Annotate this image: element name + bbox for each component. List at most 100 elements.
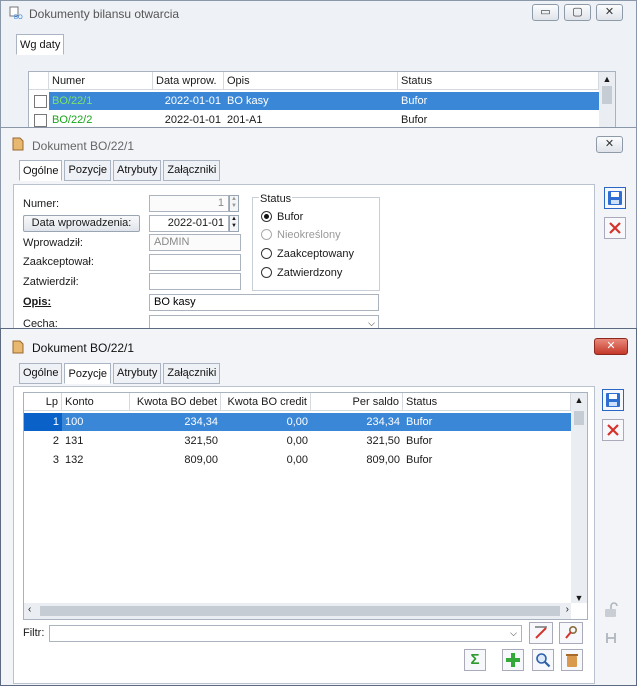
tab-wg-daty[interactable]: Wg daty — [16, 34, 65, 55]
close-button[interactable]: ✕ — [596, 136, 623, 153]
delete-button[interactable] — [561, 649, 583, 671]
status-option-bufor: Bufor — [277, 211, 304, 223]
status-radio-zaakceptowany[interactable] — [261, 248, 272, 259]
magnifier-icon — [536, 653, 551, 668]
status-option-nieokreslony: Nieokreślony — [277, 229, 341, 241]
red-x-icon — [607, 424, 619, 436]
zaakceptowal-label: Zaakceptował: — [23, 256, 94, 268]
trash-icon — [566, 654, 578, 667]
column-header-status[interactable]: Status — [403, 393, 571, 411]
column-header-opis[interactable]: Opis — [224, 72, 398, 90]
tab-pozycje[interactable]: Pozycje — [64, 160, 112, 181]
filter-settings-button[interactable] — [559, 622, 583, 644]
wprowadzil-field: ADMIN — [149, 234, 241, 251]
tab-zalaczniki[interactable]: Załączniki — [163, 363, 221, 384]
floppy-disk-icon — [606, 393, 620, 407]
cell-status: Bufor — [406, 454, 433, 466]
tab-zalaczniki[interactable]: Załączniki — [163, 160, 221, 181]
sum-button[interactable]: Σ — [464, 649, 486, 671]
numer-label: Numer: — [23, 198, 60, 210]
numer-field[interactable]: 1 — [149, 195, 229, 212]
hscroll-thumb[interactable] — [40, 606, 560, 616]
scroll-up-icon: ▲ — [574, 395, 584, 405]
documents-grid: Numer Data wprow. Opis Status BO/22/1 20… — [28, 71, 616, 134]
column-header-konto[interactable]: Konto — [62, 393, 130, 411]
column-header-credit[interactable]: Kwota BO credit — [221, 393, 311, 411]
clear-filter-button[interactable] — [529, 622, 553, 644]
add-button[interactable] — [502, 649, 524, 671]
cancel-button[interactable] — [604, 217, 626, 239]
data-wprowadzenia-button[interactable]: Data wprowadzenia: — [23, 215, 140, 232]
save-button[interactable] — [604, 187, 626, 209]
tab-atrybuty[interactable]: Atrybuty — [113, 363, 162, 384]
scroll-thumb[interactable] — [602, 86, 612, 104]
vertical-scrollbar[interactable]: ▲ ▼ — [571, 393, 587, 603]
horizontal-scrollbar[interactable]: ‹ › — [24, 603, 571, 619]
data-spinner[interactable]: ▲ ▼ — [229, 215, 239, 232]
close-button[interactable]: ✕ — [594, 338, 628, 355]
status-group-title: Status — [259, 193, 293, 205]
status-option-zaakceptowany: Zaakceptowany — [277, 248, 355, 260]
column-header-debet[interactable]: Kwota BO debet — [130, 393, 221, 411]
bo-app-icon: BO — [9, 6, 23, 20]
wprowadzil-label: Wprowadził: — [23, 237, 83, 249]
padlock-icon — [605, 602, 618, 617]
column-header-data[interactable]: Data wprow. — [153, 72, 224, 90]
minimize-button[interactable]: ▭ — [532, 4, 559, 21]
scroll-thumb[interactable] — [574, 411, 584, 425]
zaakceptowal-field — [149, 254, 241, 271]
column-header-status[interactable]: Status — [398, 72, 599, 90]
funnel-clear-icon — [535, 626, 547, 639]
cell-opis: BO kasy — [224, 92, 398, 110]
floppy-disk-icon — [608, 191, 622, 205]
column-header-numer[interactable]: Numer — [49, 72, 153, 90]
tab-ogolne[interactable]: Ogólne — [19, 160, 63, 181]
row-checkbox[interactable] — [34, 95, 47, 108]
table-row[interactable]: 3 132 809,00 0,00 809,00 Bufor — [24, 451, 571, 469]
tab-ogolne[interactable]: Ogólne — [19, 363, 63, 384]
window-title: Dokumenty bilansu otwarcia — [29, 7, 180, 21]
cell-credit: 0,00 — [286, 454, 308, 466]
table-row[interactable]: 1 100 234,34 0,00 234,34 Bufor — [24, 413, 571, 431]
cancel-button[interactable] — [602, 419, 624, 441]
status-radio-bufor[interactable] — [261, 211, 272, 222]
scroll-up-icon: ▲ — [602, 74, 612, 84]
cell-saldo: 321,50 — [366, 435, 400, 447]
data-wprowadzenia-field[interactable]: 2022-01-01 — [149, 215, 229, 232]
unlock-button[interactable] — [600, 600, 622, 622]
close-icon: ✕ — [604, 138, 615, 150]
save-button[interactable] — [602, 389, 624, 411]
column-header-lp[interactable]: Lp — [24, 393, 62, 411]
maximize-button[interactable]: ▢ — [564, 4, 591, 21]
row-checkbox[interactable] — [34, 114, 47, 127]
cell-status: Bufor — [398, 92, 599, 110]
close-button[interactable]: ✕ — [596, 4, 623, 21]
cell-konto: 131 — [65, 435, 84, 447]
cell-saldo: 234,34 — [366, 416, 400, 428]
column-header-saldo[interactable]: Per saldo — [311, 393, 403, 411]
status-radio-zatwierdzony[interactable] — [261, 267, 272, 278]
filter-input[interactable]: ⌵ — [49, 625, 522, 642]
status-radio-nieokreslony[interactable] — [261, 229, 272, 240]
sigma-icon: Σ — [470, 651, 480, 668]
cell-status: Bufor — [406, 435, 433, 447]
tab-pozycje[interactable]: Pozycje — [64, 363, 112, 384]
cell-credit: 0,00 — [286, 416, 308, 428]
vertical-scrollbar[interactable]: ▲ — [599, 72, 615, 134]
table-row[interactable]: 2 131 321,50 0,00 321,50 Bufor — [24, 432, 571, 450]
numer-spinner[interactable]: ▲ ▼ — [229, 195, 239, 212]
cell-credit: 0,00 — [286, 435, 308, 447]
cell-numer: BO/22/1 — [49, 92, 153, 110]
preview-button[interactable] — [532, 649, 554, 671]
opis-field[interactable]: BO kasy — [149, 294, 379, 311]
document-icon — [12, 137, 24, 151]
cell-data: 2022-01-01 — [153, 92, 224, 110]
cell-lp: 3 — [52, 454, 59, 466]
tab-atrybuty[interactable]: Atrybuty — [113, 160, 162, 181]
filter-label: Filtr: — [23, 627, 45, 639]
titlebar: BO Dokumenty bilansu otwarcia ▭ ▢ ✕ — [1, 1, 636, 27]
document-icon — [12, 340, 24, 354]
items-grid: Lp Konto Kwota BO debet Kwota BO credit … — [23, 392, 588, 620]
pin-button[interactable] — [600, 629, 622, 651]
table-row[interactable]: BO/22/1 2022-01-01 BO kasy Bufor — [29, 92, 599, 110]
